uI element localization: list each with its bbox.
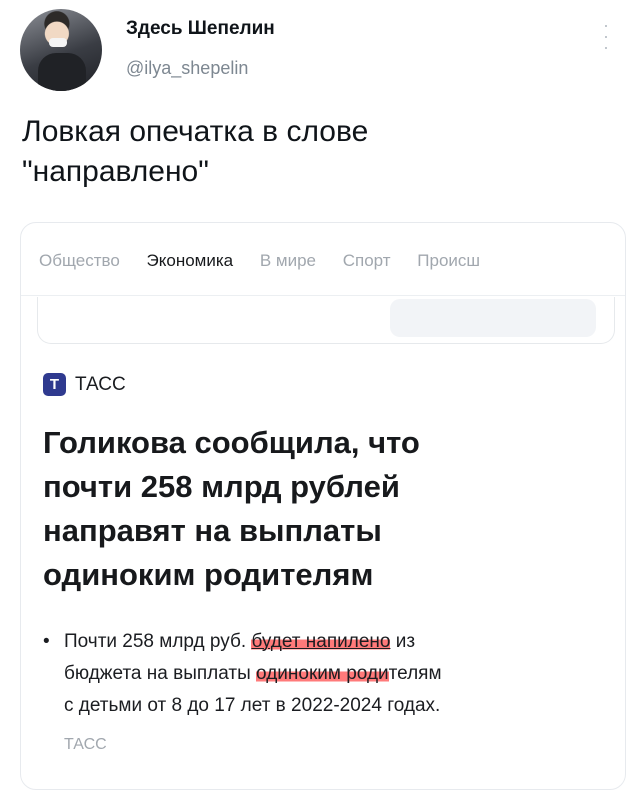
tweet-text: Ловкая опечатка в слове "направлено" [22, 112, 622, 192]
highlighted-phrase: одиноким роди [256, 663, 389, 684]
avatar-mask [49, 38, 67, 47]
bullet-line-2: бюджета на выплаты одиноким родителям [64, 663, 442, 684]
tab-sport[interactable]: Спорт [343, 251, 391, 270]
tweet-text-line: Ловкая опечатка в слове [22, 115, 369, 148]
headline-line: Голикова сообщила, что [43, 425, 420, 460]
highlighted-typo: будет напилено [251, 631, 391, 652]
tass-logo-icon: Т [43, 373, 66, 396]
tweet-text-line: "направлено" [22, 155, 209, 188]
author-handle[interactable]: @ilya_shepelin [126, 58, 248, 79]
avatar[interactable] [20, 9, 102, 91]
bullet-line-1: Почти 258 млрд руб. будет напилено из [64, 631, 415, 652]
strip-pill [390, 299, 596, 337]
headline-line: одиноким родителям [43, 557, 374, 592]
headline-line: направят на выплаты [43, 513, 382, 548]
headline-line: почти 258 млрд рублей [43, 469, 400, 504]
tab-society[interactable]: Общество [39, 251, 120, 270]
tabs-divider [21, 295, 625, 296]
embedded-screenshot[interactable]: Общество Экономика В мире Спорт Происш Т… [20, 222, 626, 790]
bullet-text-part: Почти 258 млрд руб. [64, 631, 252, 652]
bullet-text-part: бюджета на выплаты [64, 663, 257, 684]
author-name[interactable]: Здесь Шепелин [126, 18, 275, 40]
bullet-text-part: из [390, 631, 416, 652]
tab-economy[interactable]: Экономика [147, 251, 234, 270]
tab-world[interactable]: В мире [260, 251, 316, 270]
bullet-dot: • [43, 631, 50, 652]
bullet-text: Почти 258 млрд руб. будет напилено из бю… [64, 626, 603, 722]
news-bullet: • Почти 258 млрд руб. будет напилено из … [43, 626, 603, 722]
source-name: ТАСС [75, 373, 126, 395]
avatar-figure [38, 53, 86, 91]
bullet-source[interactable]: ТАСС [64, 736, 107, 754]
more-vertical-icon[interactable]: · · · [600, 16, 612, 56]
bullet-line-3: с детьми от 8 до 17 лет в 2022-2024 года… [64, 695, 441, 716]
news-tabs: Общество Экономика В мире Спорт Происш [39, 251, 502, 271]
previous-card-strip [37, 297, 615, 344]
tab-incidents[interactable]: Происш [417, 251, 480, 270]
news-headline[interactable]: Голикова сообщила, что почти 258 млрд ру… [43, 421, 603, 597]
bullet-text-part: телям [388, 663, 442, 684]
news-source[interactable]: Т ТАСС [43, 373, 126, 396]
